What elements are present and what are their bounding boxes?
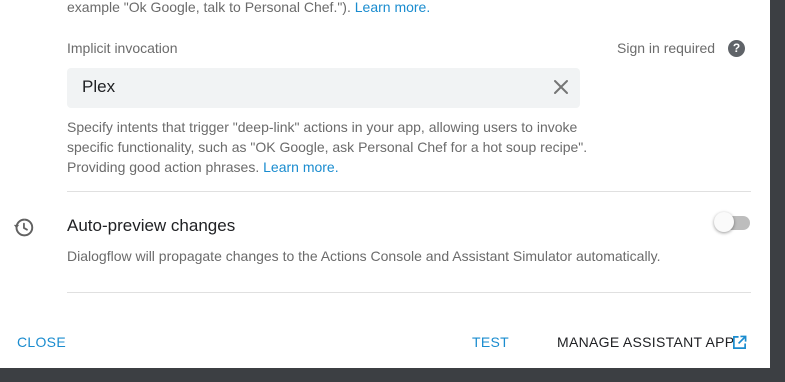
integration-settings-dialog: example "Ok Google, talk to Personal Che… bbox=[0, 0, 770, 368]
learn-more-link[interactable]: Learn more. bbox=[355, 0, 430, 15]
history-icon bbox=[13, 218, 34, 237]
auto-preview-title: Auto-preview changes bbox=[67, 216, 236, 235]
intro-text-body: example "Ok Google, talk to Personal Che… bbox=[67, 0, 355, 15]
help-icon[interactable]: ? bbox=[728, 40, 745, 57]
sign-in-required-label: Sign in required bbox=[617, 40, 716, 56]
close-icon[interactable] bbox=[552, 78, 570, 96]
intro-text: example "Ok Google, talk to Personal Che… bbox=[67, 0, 430, 15]
implicit-invocation-input[interactable]: Plex bbox=[67, 68, 580, 108]
manage-assistant-app-button[interactable]: MANAGE ASSISTANT APP bbox=[557, 334, 734, 350]
implicit-invocation-description: Specify intents that trigger "deep-link"… bbox=[67, 117, 597, 177]
auto-preview-toggle[interactable] bbox=[714, 212, 752, 234]
divider bbox=[67, 292, 751, 293]
test-button[interactable]: TEST bbox=[472, 334, 509, 350]
learn-more-link[interactable]: Learn more. bbox=[263, 159, 338, 175]
open-in-new-icon[interactable] bbox=[732, 335, 747, 350]
implicit-invocation-label: Implicit invocation bbox=[67, 40, 178, 56]
close-button[interactable]: CLOSE bbox=[17, 334, 66, 350]
implicit-invocation-value[interactable]: Plex bbox=[82, 77, 115, 97]
auto-preview-description: Dialogflow will propagate changes to the… bbox=[67, 248, 661, 264]
divider bbox=[67, 191, 751, 192]
toggle-thumb bbox=[714, 212, 734, 232]
